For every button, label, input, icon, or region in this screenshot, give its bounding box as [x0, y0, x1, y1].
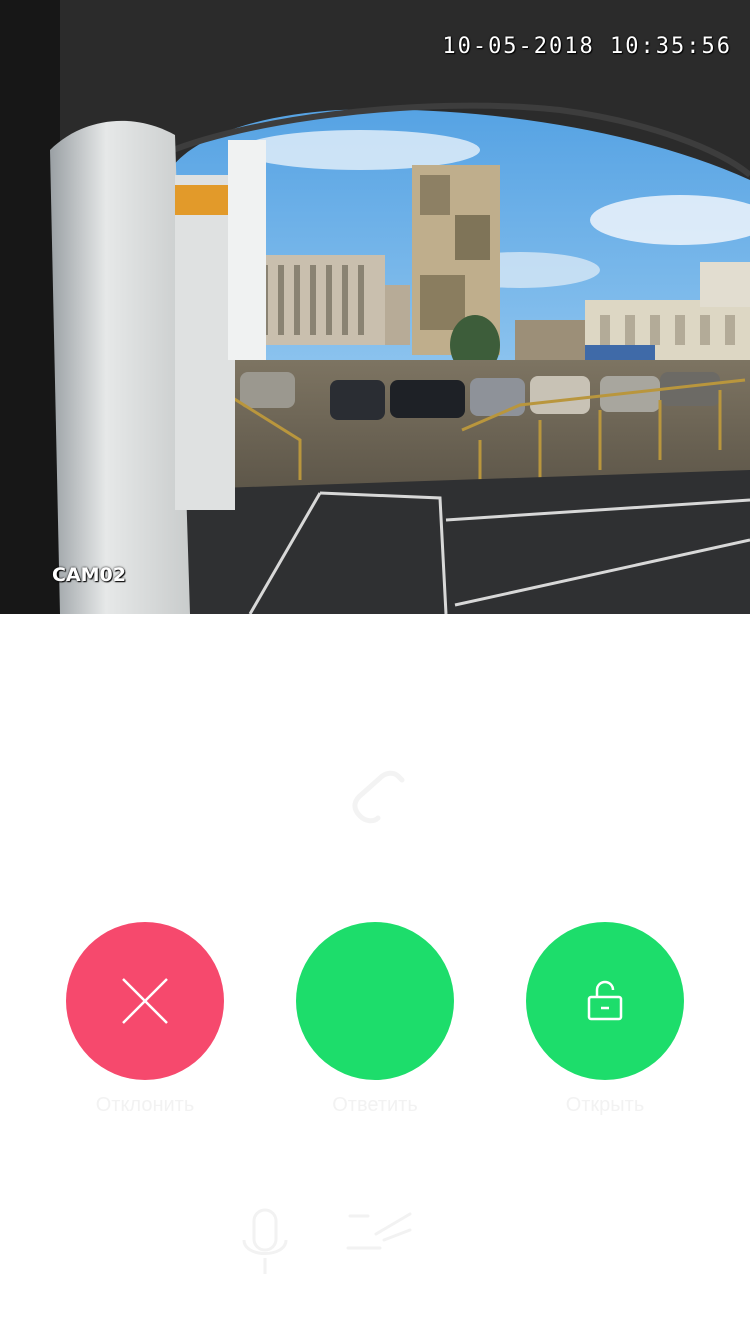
close-icon [122, 978, 168, 1024]
timestamp: 10-05-2018 10:35:56 [442, 34, 732, 59]
phone-icon [340, 766, 410, 830]
decline-label: Отклонить [95, 1094, 195, 1116]
mute-icon[interactable] [340, 1204, 420, 1269]
camera-feed: 10-05-2018 10:35:56 CAM02 [0, 0, 750, 614]
microphone-icon[interactable] [238, 1204, 294, 1289]
camera-label: CAM02 [52, 564, 126, 586]
decline-button[interactable] [66, 922, 224, 1080]
answer-button[interactable] [296, 922, 454, 1080]
open-label: Открыть [565, 1094, 645, 1116]
open-door-button[interactable] [526, 922, 684, 1080]
camera-image [0, 0, 750, 614]
unlock-icon [587, 980, 623, 1021]
answer-label: Ответить [332, 1094, 418, 1116]
